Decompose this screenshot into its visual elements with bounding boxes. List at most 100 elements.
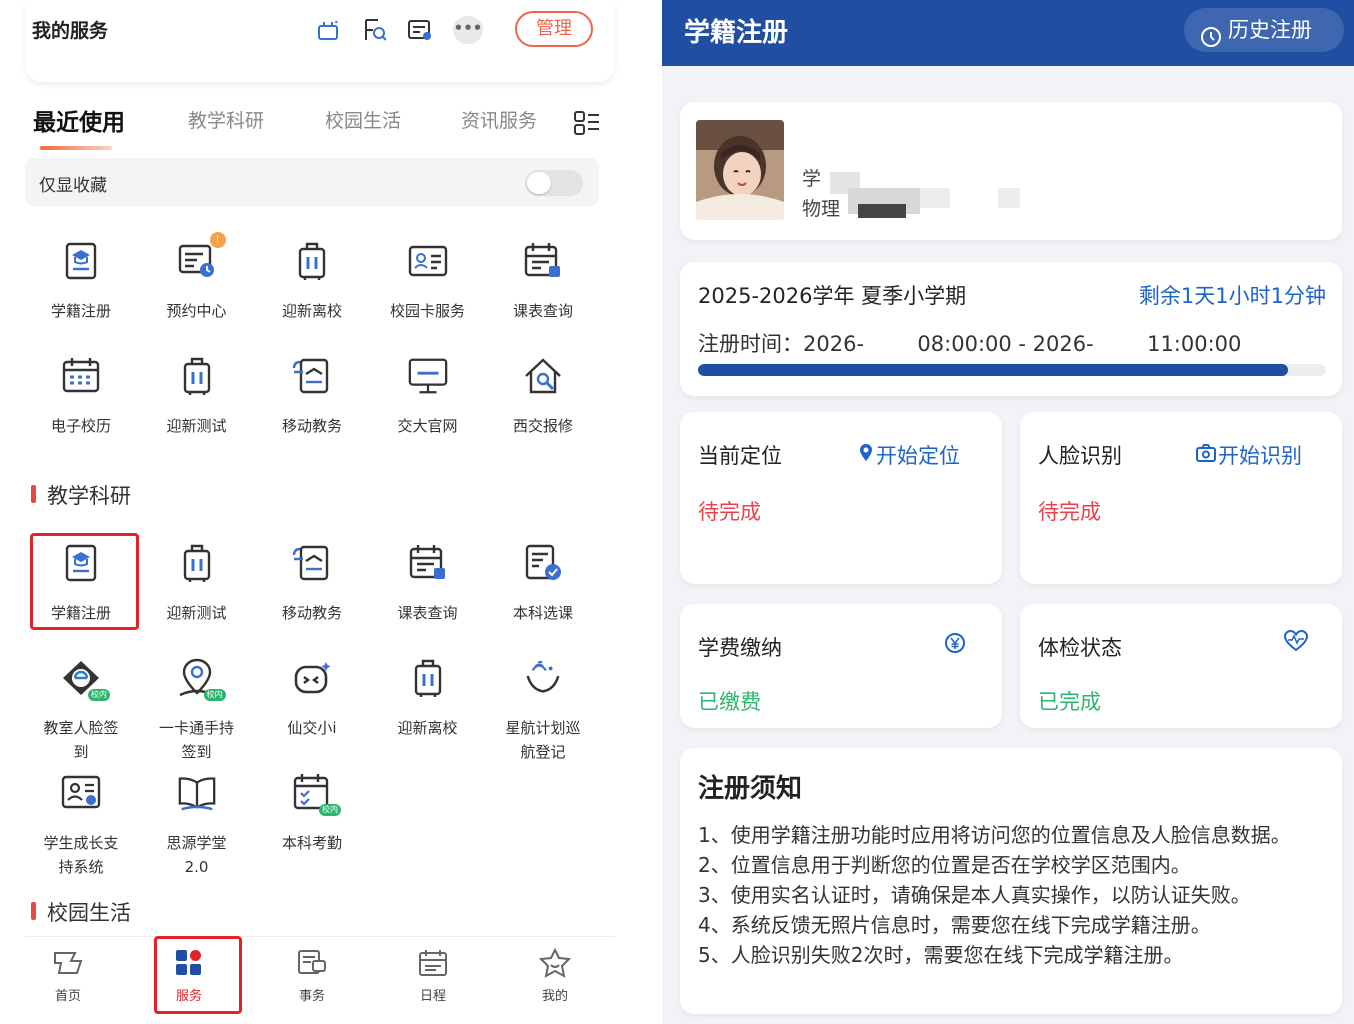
privacy-blur	[920, 188, 950, 208]
service-label: 星航计划巡 航登记	[505, 719, 581, 761]
health-status: 已完成	[1038, 690, 1101, 714]
service-student-register[interactable]: 学籍注册	[25, 240, 137, 323]
section-research-title: 教学科研	[31, 480, 131, 510]
service-location-checkin[interactable]: 校内一卡通手持 签到	[141, 657, 253, 764]
service-appointment[interactable]: ! 预约中心	[141, 232, 253, 323]
luggage-test-icon	[176, 542, 218, 584]
history-register-label: 历史注册	[1228, 18, 1312, 42]
term-name: 2025-2026学年 夏季小学期	[698, 284, 967, 308]
service-assistant-bot[interactable]: 仙交小i	[256, 657, 368, 740]
service-label: 校园卡服务	[389, 302, 465, 320]
repair-house-icon	[522, 355, 564, 397]
schedule-icon	[522, 240, 564, 282]
notice-list: 1、使用学籍注册功能时应用将访问您的位置信息及人脸信息数据。 2、位置信息用于判…	[698, 820, 1334, 970]
nav-profile-label: 我的	[541, 989, 568, 1004]
tab-campus-life[interactable]: 校园生活	[325, 106, 401, 133]
nav-affairs[interactable]: 事务	[267, 947, 357, 1004]
notification-badge: !	[209, 232, 226, 248]
fee-title: 学费缴纳	[698, 636, 782, 660]
service-label: 课表查询	[512, 302, 573, 320]
registration-progress-fill	[698, 364, 1289, 376]
service-mobile-affairs[interactable]: 移动教务	[256, 542, 368, 625]
start-location-label: 开始定位	[876, 444, 960, 468]
active-tab-indicator	[40, 146, 112, 150]
face-status: 待完成	[1038, 500, 1101, 524]
notice-card: 注册须知 1、使用学籍注册功能时应用将访问您的位置信息及人脸信息数据。 2、位置…	[680, 748, 1342, 1014]
luggage-icon	[291, 240, 333, 282]
nav-profile[interactable]: 我的	[510, 947, 600, 1004]
service-luggage[interactable]: 迎新离校	[256, 240, 368, 323]
campus-only-badge: 校内	[203, 689, 226, 701]
location-status: 待完成	[698, 500, 761, 524]
services-title: 我的服务	[32, 20, 109, 42]
service-campus-card[interactable]: 校园卡服务	[372, 240, 484, 323]
service-label: 移动教务	[281, 604, 342, 622]
profile-icon	[537, 947, 573, 979]
service-label: 交大官网	[397, 417, 458, 435]
notice-item: 1、使用学籍注册功能时应用将访问您的位置信息及人脸信息数据。	[698, 823, 1291, 847]
service-luggage-test[interactable]: 迎新测试	[141, 542, 253, 625]
privacy-blur	[998, 188, 1020, 208]
service-mobile-affairs[interactable]: 移动教务	[256, 355, 368, 438]
nav-home-label: 首页	[54, 989, 81, 1004]
service-course-select[interactable]: 本科选课	[487, 542, 599, 625]
heart-icon	[1283, 629, 1309, 656]
nav-home[interactable]: 首页	[23, 947, 113, 1004]
service-star-plan[interactable]: 星航计划巡 航登记	[487, 657, 599, 764]
service-luggage-test[interactable]: 迎新测试	[141, 355, 253, 438]
service-repair-house[interactable]: 西交报修	[487, 355, 599, 438]
section-campus-life-title: 校园生活	[31, 897, 131, 927]
start-face-button[interactable]: 开始识别	[1196, 440, 1302, 470]
campus-only-badge: 校内	[88, 689, 110, 701]
clock-icon	[1200, 19, 1222, 63]
service-schedule[interactable]: 课表查询	[372, 542, 484, 625]
mobile-affairs-icon	[291, 355, 333, 397]
history-register-button[interactable]: 历史注册	[1184, 8, 1344, 52]
affairs-icon	[294, 947, 330, 979]
fee-status: 已缴费	[698, 690, 761, 714]
location-pin-icon	[858, 443, 874, 468]
service-attendance[interactable]: 校内 本科考勤	[256, 772, 368, 855]
manage-button[interactable]: 管理	[515, 11, 593, 47]
tab-research[interactable]: 教学科研	[188, 106, 264, 133]
notice-item: 5、人脸识别失败2次时，需要您在线下完成学籍注册。	[698, 943, 1184, 967]
service-label: 学籍注册	[50, 302, 111, 320]
service-label: 移动教务	[281, 417, 342, 435]
growth-support-icon	[60, 772, 102, 814]
service-luggage[interactable]: 迎新离校	[372, 657, 484, 740]
face-title: 人脸识别	[1038, 444, 1122, 468]
health-card: 体检状态 已完成	[1020, 604, 1342, 728]
service-schedule[interactable]: 课表查询	[487, 240, 599, 323]
monitor-icon	[407, 355, 449, 397]
service-label: 课表查询	[397, 604, 458, 622]
service-face-checkin[interactable]: 校内 教室人脸签 到	[25, 657, 137, 764]
notice-item: 2、位置信息用于判断您的位置是否在学校学区范围内。	[698, 853, 1191, 877]
scan-service-icon[interactable]	[315, 15, 345, 45]
luggage-icon	[407, 657, 449, 699]
luggage-test-icon	[176, 355, 218, 397]
tab-recent[interactable]: 最近使用	[33, 103, 125, 137]
search-doc-icon[interactable]	[360, 15, 390, 45]
service-monitor[interactable]: 交大官网	[372, 355, 484, 438]
favorites-toggle[interactable]	[525, 170, 583, 196]
message-icon[interactable]	[405, 15, 435, 45]
service-book[interactable]: 思源学堂 2.0	[141, 772, 253, 879]
more-icon[interactable]: •••	[453, 16, 483, 44]
home-icon	[50, 947, 86, 979]
star-plan-icon	[522, 657, 564, 699]
tab-news[interactable]: 资讯服务	[461, 106, 537, 133]
mobile-affairs-icon	[291, 542, 333, 584]
start-location-button[interactable]: 开始定位	[858, 440, 960, 470]
nav-agenda[interactable]: 日程	[388, 947, 478, 1004]
category-menu-icon[interactable]	[573, 110, 601, 140]
agenda-icon	[415, 947, 451, 979]
category-tabs: 最近使用 教学科研 校园生活 资讯服务	[33, 106, 613, 146]
calendar-icon	[60, 355, 102, 397]
service-label: 仙交小i	[287, 719, 337, 737]
privacy-blur	[858, 204, 906, 218]
attendance-icon: 校内	[291, 772, 341, 816]
service-label: 一卡通手持 签到	[158, 719, 234, 761]
service-calendar[interactable]: 电子校历	[25, 355, 137, 438]
service-label: 思源学堂 2.0	[166, 834, 227, 876]
service-growth-support[interactable]: 学生成长支 持系统	[25, 772, 137, 879]
